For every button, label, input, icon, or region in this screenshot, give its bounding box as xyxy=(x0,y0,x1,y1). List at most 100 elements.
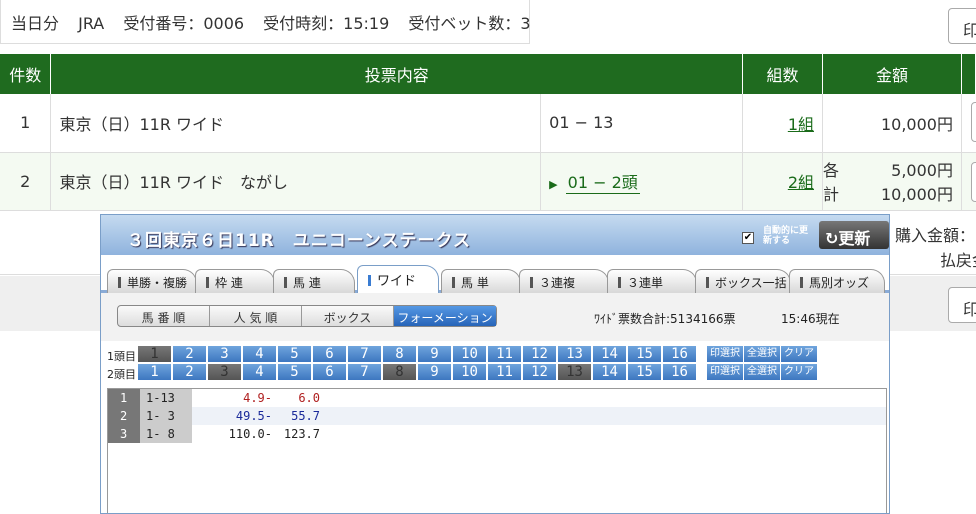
row-selection-cell: ▶ 01 − 2頭 xyxy=(540,152,744,211)
odds-combination: 1-13 xyxy=(140,389,192,407)
tab-trifecta[interactable]: ３連単 xyxy=(607,269,697,293)
row-combos-link[interactable]: 1組 xyxy=(788,115,814,134)
horse-12-button[interactable]: 12 xyxy=(523,346,556,362)
as-of-time: 15:46現在 xyxy=(781,312,840,326)
each-amount: 5,000円 xyxy=(891,161,953,180)
refresh-button[interactable]: ↻更新 xyxy=(819,221,889,249)
mode-popularity[interactable]: 人 気 順 xyxy=(210,306,302,326)
tab-horse-odds[interactable]: 馬別オッズ xyxy=(789,269,885,293)
mark-select-button[interactable]: 印選択 xyxy=(707,346,743,362)
mode-formation[interactable]: フォーメーション xyxy=(394,306,496,326)
horse-1-button[interactable]: 1 xyxy=(138,364,171,380)
row-action-button[interactable] xyxy=(971,102,976,142)
row-number: 2 xyxy=(0,152,52,211)
horse-16-button[interactable]: 16 xyxy=(663,346,696,362)
tab-bracket[interactable]: 枠 連 xyxy=(195,269,275,293)
vote-total: ﾜｲﾄﾞ票数合計:5134166票 xyxy=(594,312,736,326)
horse-5-button[interactable]: 5 xyxy=(278,364,311,380)
tab-exacta[interactable]: 馬 単 xyxy=(441,269,521,293)
horse-13-button[interactable]: 13 xyxy=(558,346,591,362)
horse-11-button[interactable]: 11 xyxy=(488,364,521,380)
row-amount: 10,000円 xyxy=(822,94,962,153)
horse-9-button[interactable]: 9 xyxy=(418,364,451,380)
mode-box[interactable]: ボックス xyxy=(302,306,394,326)
row-action-button[interactable] xyxy=(971,162,976,202)
tab-win-place[interactable]: 単勝・複勝 xyxy=(107,269,197,293)
horse-16-button[interactable]: 16 xyxy=(663,364,696,380)
odds-index: 1 xyxy=(108,389,140,407)
horse-8-button[interactable]: 8 xyxy=(383,364,416,380)
odds-row: 3 1- 8 110.0- 123.7 xyxy=(108,425,886,443)
odds-high: 55.7 xyxy=(291,409,320,423)
horse-6-button[interactable]: 6 xyxy=(313,364,346,380)
mark-select-button[interactable]: 印選択 xyxy=(707,364,743,380)
mode-horse-number[interactable]: 馬 番 順 xyxy=(118,306,210,326)
select-all-button[interactable]: 全選択 xyxy=(744,364,780,380)
expand-triangle-icon[interactable]: ▶ xyxy=(549,178,557,191)
horse-3-button[interactable]: 3 xyxy=(208,364,241,380)
table-header: 件数 投票内容 組数 金額 xyxy=(0,54,976,94)
refund-label: 払戻金 xyxy=(940,251,976,270)
select-all-button[interactable]: 全選択 xyxy=(744,346,780,362)
popup-title-bar: ３回東京６日11R ユニコーンステークス ✔ 自動的に更新する ↻更新 xyxy=(101,215,889,255)
total-amount: 10,000円 xyxy=(880,185,953,204)
horse-2-button[interactable]: 2 xyxy=(173,346,206,362)
odds-high: 123.7 xyxy=(283,427,320,441)
tab-quinella[interactable]: 馬 連 xyxy=(273,269,355,293)
odds-low: 49.5- xyxy=(235,409,272,423)
odds-combination: 1- 8 xyxy=(140,425,192,443)
row-selection: 01 − 13 xyxy=(540,94,744,153)
header-amount: 金額 xyxy=(822,54,962,94)
bet-type-tabs: 単勝・複勝 枠 連 馬 連 ワイド 馬 単 ３連複 ３連単 ボックス一括 馬別オ… xyxy=(101,263,889,294)
horse-10-button[interactable]: 10 xyxy=(453,364,486,380)
horse-2-button[interactable]: 2 xyxy=(173,364,206,380)
tab-box-bulk[interactable]: ボックス一括 xyxy=(695,269,791,293)
row-selection-link[interactable]: 01 − 2頭 xyxy=(565,169,640,194)
horse-7-button[interactable]: 7 xyxy=(348,346,381,362)
horse-13-button[interactable]: 13 xyxy=(558,364,591,380)
tab-wide[interactable]: ワイド xyxy=(357,265,439,294)
horse-4-button[interactable]: 4 xyxy=(243,346,276,362)
horse-9-button[interactable]: 9 xyxy=(418,346,451,362)
row-label: 2頭目 xyxy=(107,368,136,381)
horse-15-button[interactable]: 15 xyxy=(628,364,661,380)
row-amount-breakdown: 各 5,000円 計 10,000円 xyxy=(822,152,962,211)
odds-index: 3 xyxy=(108,425,140,443)
clear-button[interactable]: クリア xyxy=(781,364,817,380)
refresh-label: 更新 xyxy=(838,229,871,248)
horse-5-button[interactable]: 5 xyxy=(278,346,311,362)
horse-7-button[interactable]: 7 xyxy=(348,364,381,380)
auto-update-checkbox[interactable]: ✔ xyxy=(742,232,754,244)
header-count: 件数 xyxy=(0,54,52,94)
horse-14-button[interactable]: 14 xyxy=(593,364,626,380)
row-label: 1頭目 xyxy=(107,350,136,363)
horse-11-button[interactable]: 11 xyxy=(488,346,521,362)
row-combos-link[interactable]: 2組 xyxy=(788,173,814,192)
horse-3-button[interactable]: 3 xyxy=(208,346,241,362)
odds-low: 4.9- xyxy=(243,391,272,405)
tab-trio[interactable]: ３連複 xyxy=(519,269,609,293)
horse-1-button[interactable]: 1 xyxy=(138,346,171,362)
header-content: 投票内容 xyxy=(50,54,744,94)
clear-button[interactable]: クリア xyxy=(781,346,817,362)
horse-8-button[interactable]: 8 xyxy=(383,346,416,362)
print-button-top[interactable]: 印 xyxy=(948,8,976,44)
horse-15-button[interactable]: 15 xyxy=(628,346,661,362)
horse-6-button[interactable]: 6 xyxy=(313,346,346,362)
day-label: 当日分 xyxy=(11,14,60,33)
bet-count: 受付ベット数：3 xyxy=(408,14,531,33)
horse-14-button[interactable]: 14 xyxy=(593,346,626,362)
each-label: 各 xyxy=(823,161,840,180)
odds-index: 2 xyxy=(108,407,140,425)
odds-popup: ３回東京６日11R ユニコーンステークス ✔ 自動的に更新する ↻更新 単勝・複… xyxy=(100,214,890,514)
odds-combination: 1- 3 xyxy=(140,407,192,425)
odds-row: 1 1-13 4.9- 6.0 xyxy=(108,389,886,407)
horse-10-button[interactable]: 10 xyxy=(453,346,486,362)
horse-12-button[interactable]: 12 xyxy=(523,364,556,380)
bet-table: 件数 投票内容 組数 金額 1 東京（日）11R ワイド 01 − 13 1組 … xyxy=(0,54,976,211)
race-title: ３回東京６日11R ユニコーンステークス xyxy=(127,231,472,251)
row-content: 東京（日）11R ワイド ながし xyxy=(50,152,542,211)
horse-4-button[interactable]: 4 xyxy=(243,364,276,380)
print-button-bottom[interactable]: 印 xyxy=(948,287,976,323)
total-label: 計 xyxy=(823,185,840,204)
